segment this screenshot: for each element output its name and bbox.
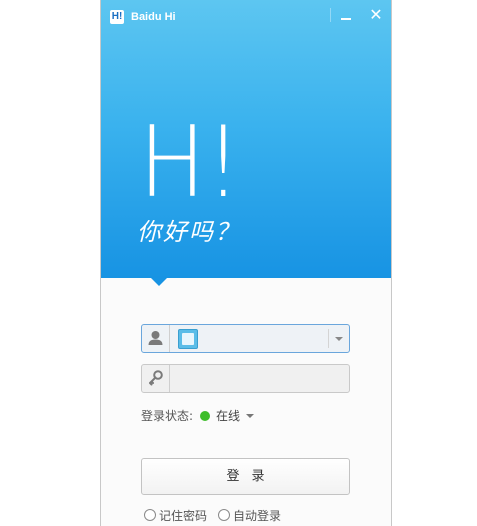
dropdown-divider [328,329,329,348]
hero-logo-text: H! [139,120,241,200]
app-logo-icon: H! [110,10,124,24]
remember-password-radio[interactable] [144,509,156,521]
login-button[interactable]: 登录 [141,458,350,495]
header-pointer [150,277,168,286]
status-dropdown-icon[interactable] [246,414,254,418]
app-title: Baidu Hi [131,11,176,23]
header-banner: H! Baidu Hi ✕ H! 你好吗？ [101,0,391,278]
hero-logo: H! [139,120,241,200]
auto-login-label: 自动登录 [233,509,282,523]
close-button[interactable]: ✕ [365,4,387,24]
account-field[interactable] [141,324,350,353]
auto-login-option[interactable]: 自动登录 [218,509,281,523]
titlebar-divider [330,8,331,22]
baidu-hi-login-window: H! Baidu Hi ✕ H! 你好吗？ 登录状态: 在线 登录 记住密码 自… [100,0,392,526]
hero-greeting: 你好吗？ [137,218,241,246]
minimize-button[interactable] [335,6,357,26]
key-icon [149,370,163,386]
key-icon-cell [142,365,170,392]
account-avatar [178,329,198,349]
titlebar: H! Baidu Hi ✕ [101,0,391,34]
close-icon: ✕ [369,5,383,24]
online-status-icon[interactable] [200,411,210,421]
auto-login-radio[interactable] [218,509,230,521]
remember-password-label: 记住密码 [159,509,208,523]
user-icon-cell [142,325,170,352]
password-field[interactable] [141,364,350,393]
account-dropdown-icon[interactable] [335,337,343,341]
minimize-icon [341,18,351,20]
status-value[interactable]: 在线 [216,408,240,424]
remember-password-option[interactable]: 记住密码 [144,509,207,523]
status-label: 登录状态: [141,409,194,423]
user-icon [148,331,163,345]
